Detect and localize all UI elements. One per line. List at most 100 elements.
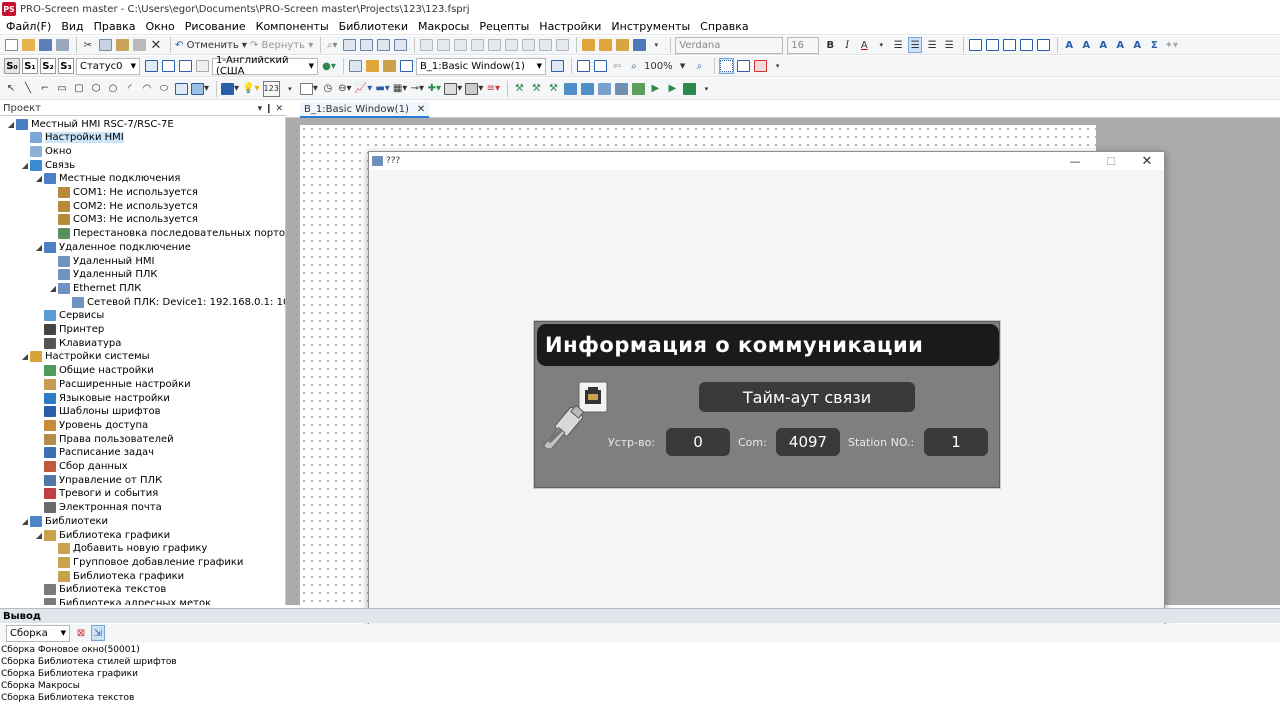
event-display-icon[interactable]: ≡▾: [486, 81, 500, 97]
layout-icon-4[interactable]: [470, 37, 484, 53]
tree-item[interactable]: ◢ Удаленное подключение: [34, 240, 191, 254]
font-name-combo[interactable]: Verdana: [675, 36, 784, 54]
text-bottom-icon[interactable]: A: [1130, 37, 1144, 53]
tree-item[interactable]: ◢ Библиотеки: [20, 514, 108, 528]
underline-color-button[interactable]: A: [857, 37, 871, 53]
font-grow-icon[interactable]: A: [1062, 37, 1076, 53]
status-s0-button[interactable]: S₀: [4, 58, 20, 74]
menu-components[interactable]: Компоненты: [256, 20, 329, 33]
menu-view[interactable]: Вид: [61, 20, 83, 33]
offline-sim-icon[interactable]: [614, 81, 628, 97]
view-icon-2[interactable]: [593, 58, 607, 74]
order-back-icon[interactable]: [632, 37, 646, 53]
table-draw-icon[interactable]: [174, 81, 188, 97]
redo-button[interactable]: ↷ Вернуть ▾: [250, 37, 313, 53]
tree-item[interactable]: Удаленный ПЛК: [48, 268, 157, 282]
layout-icon-5[interactable]: [487, 37, 501, 53]
lang-btn-2-icon[interactable]: [161, 58, 175, 74]
window-goto-icon[interactable]: [550, 58, 564, 74]
grid-settings-icon[interactable]: [754, 58, 768, 74]
window-combo[interactable]: B_1:Basic Window(1) ▼: [416, 57, 546, 75]
tree-item[interactable]: Удаленный HMI: [48, 254, 154, 268]
expand-toggle-icon[interactable]: ◢: [34, 531, 44, 540]
bold-button[interactable]: B: [823, 37, 837, 53]
group-icon[interactable]: [581, 37, 595, 53]
layout-icon-8[interactable]: [538, 37, 552, 53]
resize-icon-2[interactable]: [985, 37, 999, 53]
polygon-icon[interactable]: ⬡: [89, 81, 103, 97]
numeric-dropdown-icon[interactable]: ▾: [283, 81, 297, 97]
tree-item[interactable]: Сетевой ПЛК: Device1: 192.168.0.1: 102: [62, 295, 285, 309]
menu-recipes[interactable]: Рецепты: [479, 20, 529, 33]
text-justify-icon[interactable]: ☰: [942, 37, 956, 53]
tree-item[interactable]: Сервисы: [34, 309, 104, 323]
tree-item[interactable]: Сбор данных: [34, 460, 128, 474]
tree-item[interactable]: ◢ Связь: [20, 158, 75, 172]
data-table-icon[interactable]: ▦▾: [393, 81, 407, 97]
tree-item[interactable]: Уровень доступа: [34, 418, 148, 432]
trend-icon[interactable]: 📈▾: [355, 81, 372, 97]
minimize-button[interactable]: —: [1057, 152, 1093, 170]
comm-timeout-button[interactable]: Тайм-аут связи: [699, 382, 915, 412]
compile-icon[interactable]: ⚒: [512, 81, 526, 97]
text-align-left-icon[interactable]: ☰: [891, 37, 905, 53]
zoom-out-icon[interactable]: ⌕: [693, 58, 707, 74]
paste-special-icon[interactable]: [132, 37, 146, 53]
meter-icon[interactable]: ⊖▾: [338, 81, 352, 97]
delete-icon[interactable]: ✕: [149, 37, 163, 53]
transfer-icon[interactable]: [597, 81, 611, 97]
menu-help[interactable]: Справка: [700, 20, 748, 33]
run-debug-icon[interactable]: ▶: [665, 81, 679, 97]
expand-toggle-icon[interactable]: ◢: [34, 243, 44, 252]
zoom-value[interactable]: 100%: [644, 58, 673, 74]
menu-settings[interactable]: Настройки: [539, 20, 601, 33]
new-file-icon[interactable]: [4, 37, 18, 53]
wand-icon[interactable]: ✦▾: [1164, 37, 1178, 53]
tree-item[interactable]: ◢ Настройки системы: [20, 350, 150, 364]
tree-item[interactable]: Настройки HMI: [20, 131, 124, 145]
menu-macros[interactable]: Макросы: [418, 20, 469, 33]
save-icon[interactable]: [38, 37, 52, 53]
tree-item[interactable]: Библиотека адресных меток: [34, 597, 211, 605]
tree-item[interactable]: Групповое добавление графики: [48, 555, 243, 569]
layout-icon-6[interactable]: [504, 37, 518, 53]
ungroup-icon[interactable]: [598, 37, 612, 53]
more-icon[interactable]: ▾: [699, 81, 713, 97]
wrap-output-icon[interactable]: ⇲: [91, 625, 105, 641]
layout-icon-9[interactable]: [555, 37, 569, 53]
tree-item[interactable]: Принтер: [34, 323, 104, 337]
bit-switch-icon[interactable]: ▾: [221, 81, 239, 97]
menu-window[interactable]: Окно: [146, 20, 175, 33]
expand-toggle-icon[interactable]: ◢: [48, 284, 58, 293]
resize-icon-1[interactable]: [968, 37, 982, 53]
tree-item[interactable]: ◢ Местный HMI RSC-7/RSC-7E: [6, 117, 174, 131]
resize-icon-3[interactable]: [1002, 37, 1016, 53]
zoom-icon[interactable]: ⌕: [627, 58, 641, 74]
copy-icon[interactable]: [98, 37, 112, 53]
tree-item[interactable]: Окно: [20, 144, 72, 158]
tree-item[interactable]: Клавиатура: [34, 336, 121, 350]
panel-pin-close-icon[interactable]: ▾ ❙ ✕: [258, 104, 283, 114]
lang-btn-3-icon[interactable]: [178, 58, 192, 74]
menu-file[interactable]: Файл(F): [6, 20, 51, 33]
bar-graph-icon[interactable]: ▬▾: [375, 81, 389, 97]
arc-icon[interactable]: ◜: [123, 81, 137, 97]
rounded-rect-icon[interactable]: ▢: [72, 81, 86, 97]
align-center-icon[interactable]: [359, 37, 373, 53]
color-dropdown-icon[interactable]: ▾: [874, 37, 888, 53]
tab-close-icon[interactable]: ✕: [417, 104, 425, 115]
text-top-icon[interactable]: A: [1096, 37, 1110, 53]
view-icon-1[interactable]: [576, 58, 590, 74]
tree-item[interactable]: Шаблоны шрифтов: [34, 405, 161, 419]
expand-toggle-icon[interactable]: ◢: [20, 352, 30, 361]
online-sim-icon[interactable]: [631, 81, 645, 97]
screen-icon-2[interactable]: [382, 58, 396, 74]
lang-btn-4-icon[interactable]: [195, 58, 209, 74]
text-spacing-icon[interactable]: Σ: [1147, 37, 1161, 53]
tree-item[interactable]: ◢ Библиотека графики: [34, 528, 170, 542]
view-icon-3[interactable]: ⇦: [610, 58, 624, 74]
tree-item[interactable]: Библиотека текстов: [34, 583, 166, 597]
numeric-input-icon[interactable]: 123: [262, 80, 280, 97]
tab-basic-window[interactable]: B_1:Basic Window(1) ✕: [300, 102, 430, 118]
undo-button[interactable]: ↶ Отменить ▾: [175, 37, 247, 53]
